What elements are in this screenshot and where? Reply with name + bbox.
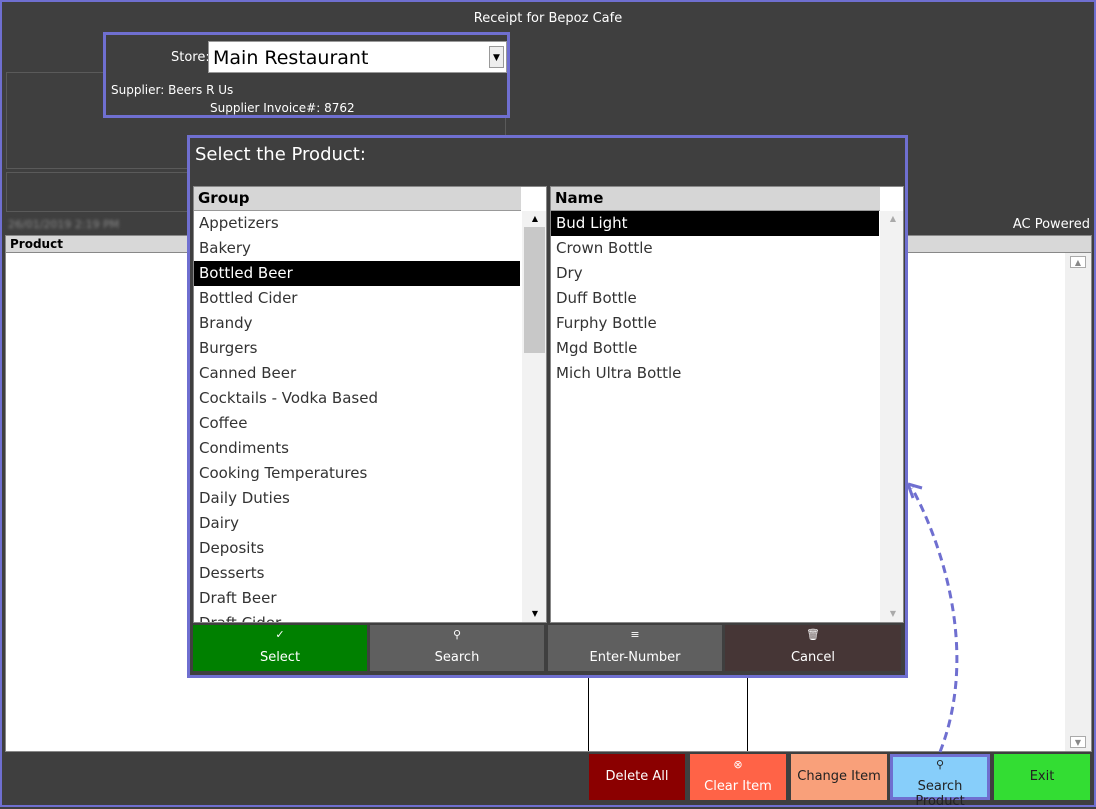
group-item[interactable]: Appetizers — [194, 211, 520, 236]
group-item[interactable]: Daily Duties — [194, 486, 520, 511]
group-scrollbar[interactable]: ▲ ▼ — [522, 211, 546, 622]
cancel-button[interactable]: 🗑 Cancel — [725, 625, 901, 671]
name-item[interactable]: Mich Ultra Bottle — [551, 361, 879, 386]
group-item[interactable]: Deposits — [194, 536, 520, 561]
name-item[interactable]: Duff Bottle — [551, 286, 879, 311]
scroll-up-icon[interactable]: ▲ — [528, 213, 542, 225]
scroll-up-icon[interactable]: ▲ — [1070, 256, 1086, 268]
clear-circle-icon: ⊗ — [733, 758, 743, 771]
delete-all-button[interactable]: Delete All — [589, 754, 685, 800]
scroll-thumb[interactable] — [524, 227, 545, 353]
scroll-down-icon[interactable]: ▼ — [1070, 736, 1086, 748]
chevron-down-icon[interactable]: ▼ — [489, 46, 504, 68]
change-item-button[interactable]: Change Item — [791, 754, 887, 800]
store-panel: Store: Main Restaurant ▼ Supplier: Beers… — [103, 32, 510, 118]
supplier-label: Supplier: Beers R Us — [111, 83, 234, 97]
group-list[interactable]: Group Appetizers Bakery Bottled Beer Bottle… — [193, 186, 547, 623]
group-item[interactable]: Dairy — [194, 511, 520, 536]
name-column-header: Name — [551, 187, 880, 211]
store-select[interactable]: Main Restaurant ▼ — [208, 41, 507, 73]
annotation-arrow — [906, 482, 959, 753]
window-title: Receipt for Bepoz Cafe — [473, 11, 623, 26]
checkmark-icon: ✓ — [275, 628, 285, 641]
name-item[interactable]: Crown Bottle — [551, 236, 879, 261]
enter-number-button[interactable]: ≡ Enter-Number — [548, 625, 722, 671]
grid-scrollbar[interactable]: ▲ ▼ — [1065, 253, 1091, 751]
group-item[interactable]: Cocktails - Vodka Based — [194, 386, 520, 411]
group-item[interactable]: Draft Cider — [194, 611, 520, 622]
name-item[interactable]: Dry — [551, 261, 879, 286]
group-item[interactable]: Bottled Beer — [194, 261, 520, 286]
exit-button[interactable]: Exit — [994, 754, 1090, 800]
product-column-header[interactable]: Product — [10, 237, 63, 251]
select-button[interactable]: ✓ Select — [193, 625, 367, 671]
list-icon: ≡ — [630, 628, 640, 641]
date-label: 26/01/2019 2:19 PM — [8, 218, 120, 231]
group-item[interactable]: Canned Beer — [194, 361, 520, 386]
wastebasket-icon: 🗑 — [806, 628, 820, 641]
group-items: Appetizers Bakery Bottled Beer Bottled Cide… — [194, 211, 520, 622]
name-item[interactable]: Bud Light — [551, 211, 879, 236]
scroll-up-icon[interactable]: ▲ — [886, 213, 900, 225]
group-item[interactable]: Bottled Cider — [194, 286, 520, 311]
group-item[interactable]: Burgers — [194, 336, 520, 361]
name-items: Bud Light Crown Bottle Dry Duff Bottle Furph… — [551, 211, 879, 386]
supplier-invoice-label: Supplier Invoice#: 8762 — [210, 101, 355, 115]
name-list[interactable]: Name Bud Light Crown Bottle Dry Duff Bottle… — [550, 186, 904, 623]
clear-item-button[interactable]: ⊗ Clear Item — [690, 754, 786, 800]
group-item[interactable]: Brandy — [194, 311, 520, 336]
store-label: Store: — [171, 50, 210, 65]
dialog-title: Select the Product: — [195, 144, 366, 165]
name-item[interactable]: Furphy Bottle — [551, 311, 879, 336]
scroll-down-icon[interactable]: ▼ — [528, 608, 542, 620]
name-item[interactable]: Mgd Bottle — [551, 336, 879, 361]
group-item[interactable]: Cooking Temperatures — [194, 461, 520, 486]
group-item[interactable]: Coffee — [194, 411, 520, 436]
group-item[interactable]: Condiments — [194, 436, 520, 461]
group-item[interactable]: Desserts — [194, 561, 520, 586]
power-status: AC Powered — [1012, 217, 1090, 232]
group-column-header: Group — [194, 187, 521, 211]
select-product-dialog: Select the Product: Group Appetizers Bake… — [187, 135, 908, 678]
group-item[interactable]: Draft Beer — [194, 586, 520, 611]
store-select-value: Main Restaurant — [213, 47, 369, 69]
search-product-button[interactable]: ⚲ Search Product — [890, 754, 990, 809]
group-item[interactable]: Bakery — [194, 236, 520, 261]
scroll-down-icon[interactable]: ▼ — [886, 608, 900, 620]
search-button[interactable]: ⚲ Search — [370, 625, 544, 671]
magnifier-icon: ⚲ — [452, 628, 462, 641]
